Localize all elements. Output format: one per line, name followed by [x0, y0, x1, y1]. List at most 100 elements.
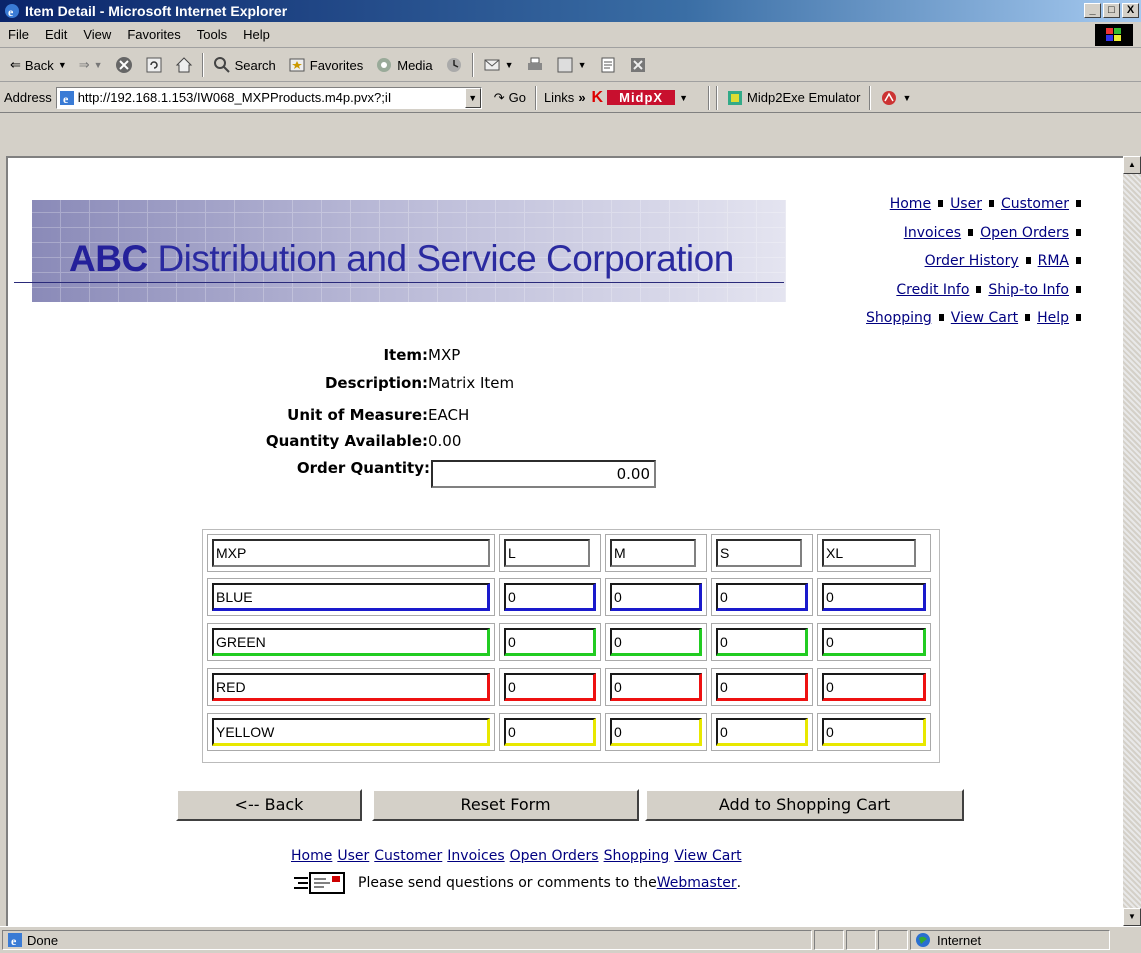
color-label-cell: GREEN — [207, 623, 495, 661]
minimize-button[interactable]: _ — [1084, 3, 1101, 18]
menu-edit[interactable]: Edit — [37, 27, 75, 42]
footer-user-link[interactable]: User — [337, 848, 369, 864]
chevron-down-icon: ▼ — [504, 60, 514, 70]
reset-form-button[interactable]: Reset Form — [372, 789, 639, 821]
nav-open-orders-link[interactable]: Open Orders — [980, 225, 1069, 241]
footer-customer-link[interactable]: Customer — [374, 848, 442, 864]
midp2exe-emulator-button[interactable]: Midp2Exe Emulator — [721, 85, 866, 111]
matrix-qty-field[interactable]: 0 — [504, 718, 596, 746]
matrix-corner-field[interactable]: MXP — [212, 539, 490, 567]
color-label-field[interactable]: BLUE — [212, 583, 490, 611]
nav-invoices-link[interactable]: Invoices — [904, 225, 961, 241]
address-input[interactable]: e http://192.168.1.153/IW068_MXPProducts… — [55, 86, 482, 109]
matrix-qty-field[interactable]: 0 — [610, 673, 702, 701]
matrix-qty-field[interactable]: 0 — [610, 583, 702, 611]
order-quantity-input[interactable]: 0.00 — [431, 460, 656, 488]
matrix-qty-field[interactable]: 0 — [610, 718, 702, 746]
nav-credit-info-link[interactable]: Credit Info — [896, 282, 969, 298]
media-button[interactable]: Media — [369, 52, 438, 78]
matrix-qty-field[interactable]: 0 — [504, 583, 596, 611]
matrix-qty-field[interactable]: 0 — [504, 628, 596, 656]
favorites-button[interactable]: Favorites — [282, 52, 369, 78]
matrix-qty-field[interactable]: 0 — [716, 583, 808, 611]
matrix-qty-field[interactable]: 0 — [716, 673, 808, 701]
nav-ship-to-info-link[interactable]: Ship-to Info — [988, 282, 1069, 298]
matrix-qty-field[interactable]: 0 — [716, 628, 808, 656]
toolbar-separator — [708, 85, 711, 110]
back-button[interactable]: ⇐ Back ▼ — [4, 52, 73, 78]
size-header-field[interactable]: L — [504, 539, 590, 567]
nav-help-link[interactable]: Help — [1037, 310, 1069, 326]
item-row: Item:MXP — [8, 346, 708, 364]
history-button[interactable] — [439, 52, 469, 78]
mail-button[interactable]: ▼ — [477, 52, 520, 78]
messenger-button[interactable] — [623, 52, 653, 78]
matrix-qty-field[interactable]: 0 — [822, 628, 926, 656]
add-to-cart-button[interactable]: Add to Shopping Cart — [645, 789, 964, 821]
menu-favorites[interactable]: Favorites — [119, 27, 188, 42]
webmaster-link[interactable]: Webmaster — [657, 875, 737, 891]
nav-shopping-link[interactable]: Shopping — [866, 310, 932, 326]
matrix-qty-cell: 0 — [711, 713, 813, 751]
maximize-button[interactable]: □ — [1103, 3, 1120, 18]
matrix-qty-field[interactable]: 0 — [822, 583, 926, 611]
ie-logo-icon: e — [5, 4, 19, 19]
links-chevron-icon[interactable]: » — [578, 90, 585, 105]
stop-button[interactable] — [109, 52, 139, 78]
matrix-qty-field[interactable]: 0 — [822, 718, 926, 746]
matrix-qty-cell: 0 — [499, 668, 601, 706]
description-label: Description: — [324, 374, 428, 392]
midpx-toolbar-button[interactable]: K MidpX ▼ — [586, 85, 694, 111]
description-value: Matrix Item — [428, 374, 515, 392]
nav-home-link[interactable]: Home — [890, 196, 931, 212]
qty-available-label: Quantity Available: — [265, 432, 428, 450]
chevron-down-icon: ▼ — [57, 60, 67, 70]
color-label-field[interactable]: GREEN — [212, 628, 490, 656]
scroll-up-button[interactable]: ▲ — [1123, 156, 1141, 174]
discuss-button[interactable] — [593, 52, 623, 78]
menu-view[interactable]: View — [75, 27, 119, 42]
nav-view-cart-link[interactable]: View Cart — [951, 310, 1018, 326]
menu-help[interactable]: Help — [235, 27, 278, 42]
nav-rma-link[interactable]: RMA — [1038, 253, 1069, 269]
search-button[interactable]: Search — [207, 52, 282, 78]
color-label-field[interactable]: RED — [212, 673, 490, 701]
title-bar: e Item Detail - Microsoft Internet Explo… — [0, 0, 1141, 22]
matrix-qty-field[interactable]: 0 — [716, 718, 808, 746]
nav-user-link[interactable]: User — [950, 196, 982, 212]
menu-file[interactable]: File — [0, 27, 37, 42]
size-header-field[interactable]: XL — [822, 539, 916, 567]
footer-invoices-link[interactable]: Invoices — [447, 848, 504, 864]
matrix-qty-field[interactable]: 0 — [610, 628, 702, 656]
matrix-qty-field[interactable]: 0 — [504, 673, 596, 701]
color-label-field[interactable]: YELLOW — [212, 718, 490, 746]
forward-button[interactable]: ⇒ ▼ — [73, 52, 109, 78]
menu-tools[interactable]: Tools — [189, 27, 235, 42]
acrobat-icon — [882, 90, 897, 105]
scroll-down-button[interactable]: ▼ — [1123, 908, 1141, 926]
go-button[interactable]: ↷ Go — [488, 85, 532, 111]
nav-order-history-link[interactable]: Order History — [925, 253, 1019, 269]
close-button[interactable]: X — [1122, 3, 1139, 18]
footer-open-orders-link[interactable]: Open Orders — [510, 848, 599, 864]
size-header-field[interactable]: M — [610, 539, 696, 567]
footer-shopping-link[interactable]: Shopping — [604, 848, 670, 864]
edit-button[interactable]: ▼ — [550, 52, 593, 78]
print-button[interactable] — [520, 52, 550, 78]
acrobat-button[interactable]: ▼ — [874, 85, 917, 111]
size-header-field[interactable]: S — [716, 539, 802, 567]
window-title: Item Detail - Microsoft Internet Explore… — [25, 3, 288, 19]
links-label[interactable]: Links — [540, 90, 578, 105]
footer-view-cart-link[interactable]: View Cart — [674, 848, 741, 864]
footer-home-link[interactable]: Home — [291, 848, 332, 864]
standard-toolbar: ⇐ Back ▼ ⇒ ▼ Search Favorites Media ▼ ▼ — [0, 49, 1141, 82]
home-button[interactable] — [169, 52, 199, 78]
back-page-button[interactable]: <-- Back — [176, 789, 362, 821]
matrix-qty-field[interactable]: 0 — [822, 673, 926, 701]
address-dropdown-button[interactable]: ▼ — [464, 87, 481, 108]
favorites-icon — [289, 58, 305, 72]
nav-row: Shopping View Cart Help — [866, 304, 1088, 333]
vertical-scrollbar[interactable]: ▲ ▼ — [1123, 156, 1141, 926]
nav-customer-link[interactable]: Customer — [1001, 196, 1069, 212]
refresh-button[interactable] — [139, 52, 169, 78]
